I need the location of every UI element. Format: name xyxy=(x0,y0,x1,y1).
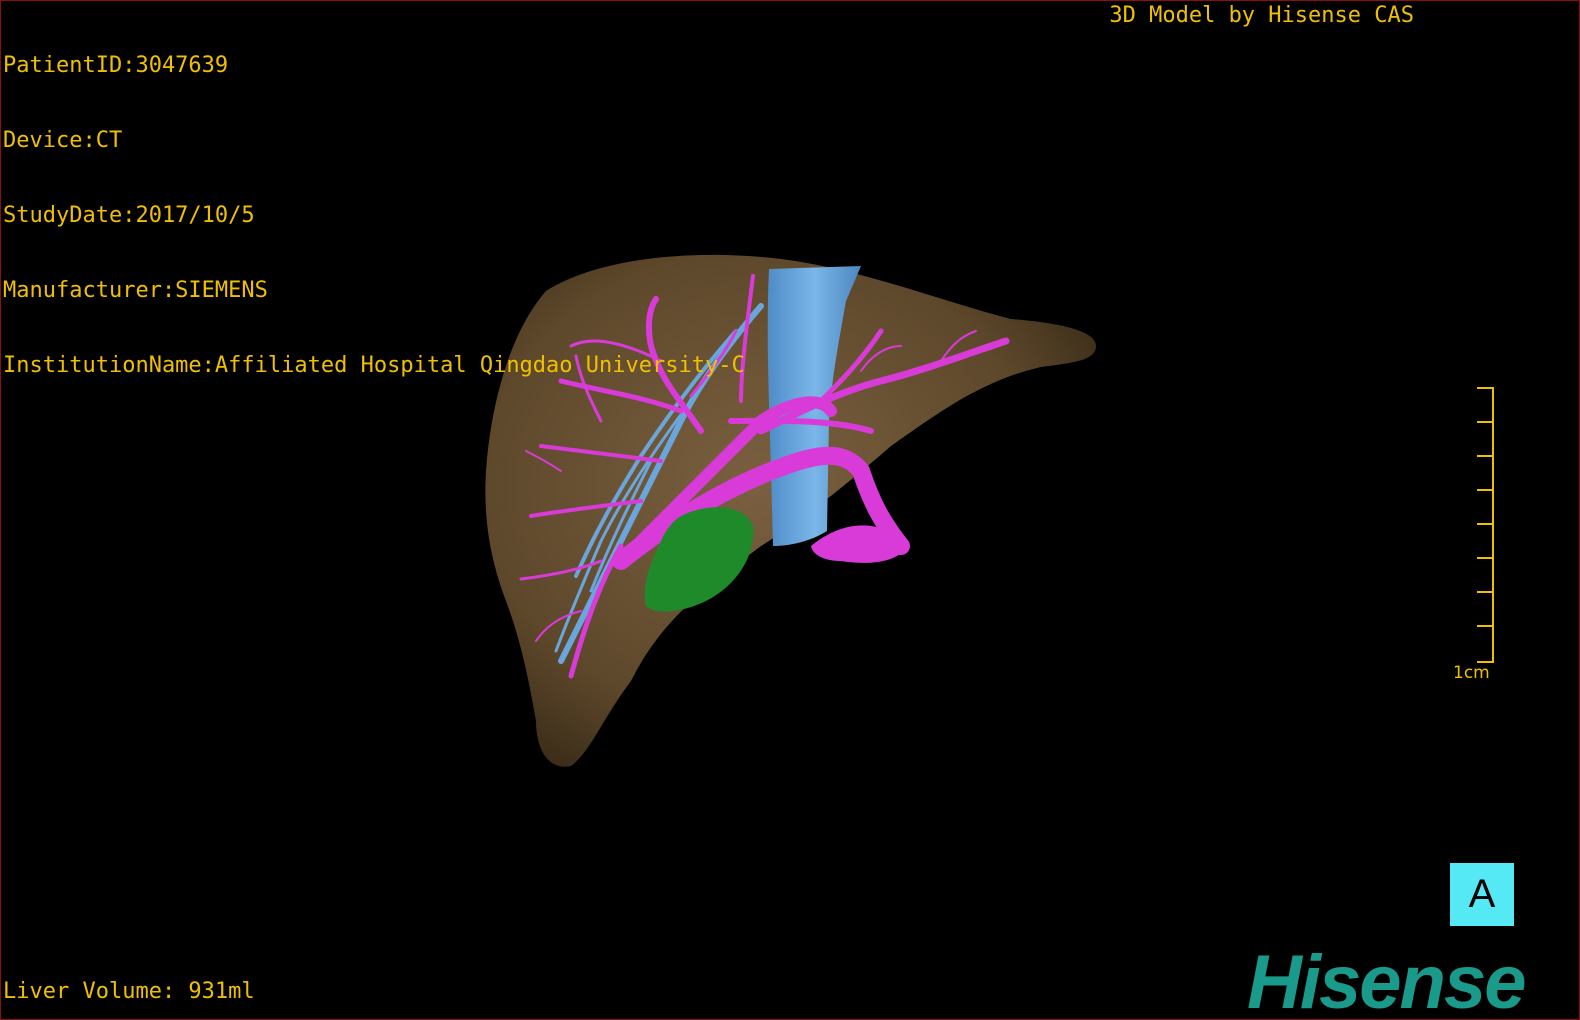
model-brand-label: 3D Model by Hisense CAS xyxy=(1109,3,1414,28)
manufacturer: Manufacturer:SIEMENS xyxy=(3,278,268,303)
scale-bar xyxy=(1477,387,1494,663)
device: Device:CT xyxy=(3,128,123,153)
patient-id: PatientID:3047639 xyxy=(3,53,229,78)
study-date: StudyDate:2017/10/5 xyxy=(3,203,255,228)
institution-name: InstitutionName:Affiliated Hospital Qing… xyxy=(3,353,745,378)
orientation-indicator[interactable]: A xyxy=(1450,863,1514,926)
patient-info: PatientID:3047639 Device:CT StudyDate:20… xyxy=(3,3,745,428)
3d-viewport[interactable]: PatientID:3047639 Device:CT StudyDate:20… xyxy=(0,0,1580,1020)
hisense-logo: Hisense xyxy=(1247,940,1526,1020)
liver-volume: Liver Volume: 931ml xyxy=(3,979,255,1004)
scale-label: 1cm xyxy=(1453,663,1490,683)
